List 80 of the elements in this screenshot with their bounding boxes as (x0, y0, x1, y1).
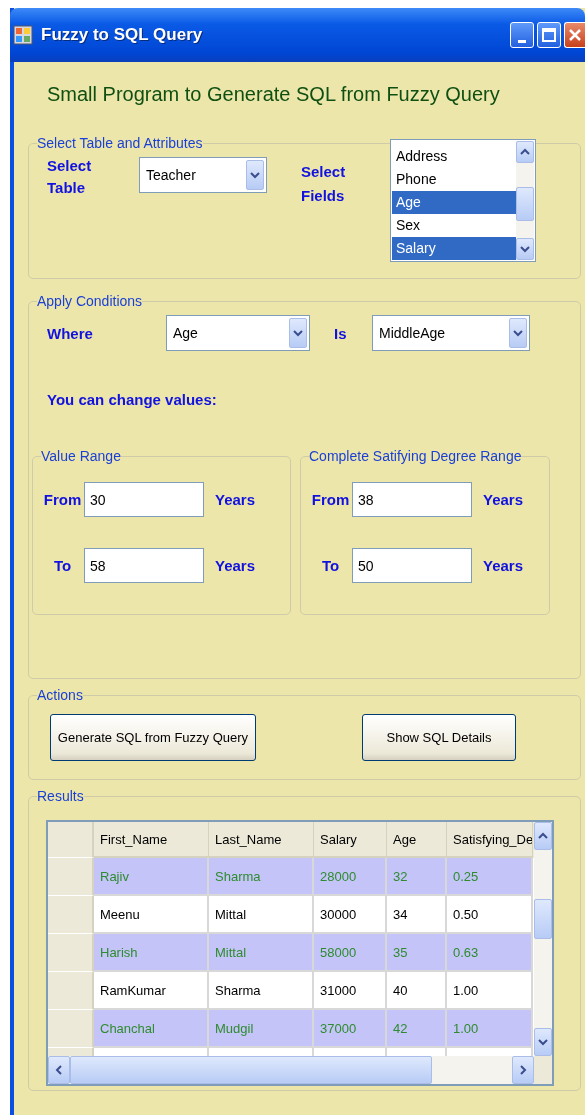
table-cell: Mudgil (209, 1010, 314, 1048)
scroll-thumb[interactable] (534, 899, 552, 939)
close-button[interactable] (564, 22, 585, 48)
scroll-left-button[interactable] (48, 1056, 70, 1084)
action-button[interactable]: Generate SQL from Fuzzy Query (50, 714, 256, 761)
table-cell: Rajiv (94, 858, 209, 896)
unit-label: Years (215, 557, 256, 574)
list-item[interactable]: Phone (392, 168, 516, 191)
scroll-down-button[interactable] (534, 1028, 552, 1056)
scroll-right-button[interactable] (512, 1056, 534, 1084)
minimize-icon (518, 39, 526, 43)
unit-label: Years (215, 491, 256, 508)
range-label: From (310, 491, 351, 508)
group-title: Complete Satifying Degree Range (309, 448, 522, 464)
table-cell: 0.25 (447, 858, 533, 896)
field-label: Is (334, 324, 348, 342)
table-cell: Harish (94, 934, 209, 972)
table-cell: 28000 (314, 858, 387, 896)
maximize-icon (542, 28, 556, 42)
scroll-right-icon (517, 1064, 529, 1076)
group-title: Value Range (41, 448, 121, 464)
text-field[interactable]: 30 (84, 482, 204, 517)
action-button[interactable]: Show SQL Details (362, 714, 516, 761)
range-label: To (52, 557, 73, 574)
hint-text: You can change values: (47, 391, 218, 408)
range-label: From (42, 491, 83, 508)
scroll-thumb[interactable] (516, 187, 534, 221)
field-label: Where (47, 324, 94, 342)
maximize-button[interactable] (537, 22, 561, 48)
group-title: Results (37, 788, 84, 804)
table-cell: Chanchal (94, 1010, 209, 1048)
scroll-down-button[interactable] (516, 238, 534, 260)
list-item[interactable]: Sex (392, 214, 516, 237)
caret-icon (249, 169, 261, 181)
table-cell: 1.00 (447, 1010, 533, 1048)
group-title: Select Table and Attributes (37, 135, 203, 151)
field-label: Select Fields (301, 162, 347, 206)
table-cell: 42 (387, 1010, 447, 1048)
field-label: Select Table (47, 156, 93, 198)
text-field[interactable]: 38 (352, 482, 472, 517)
app-heading: Small Program to Generate SQL from Fuzzy Query (47, 83, 501, 107)
table-cell: 32 (387, 858, 447, 896)
minimize-button[interactable] (510, 22, 534, 48)
table-cell: 58000 (314, 934, 387, 972)
group-title: Actions (37, 687, 83, 703)
text-field[interactable]: 50 (352, 548, 472, 583)
caret-icon (292, 327, 304, 339)
range-label: To (320, 557, 341, 574)
close-icon (568, 28, 582, 42)
unit-label: Years (483, 557, 524, 574)
unit-label: Years (483, 491, 524, 508)
dropdown-arrow-button[interactable] (289, 318, 307, 348)
text-field[interactable]: 58 (84, 548, 204, 583)
list-item[interactable]: Address (392, 145, 516, 168)
scrollbar[interactable] (516, 141, 534, 260)
grid-corner (534, 1056, 552, 1084)
horizontal-scrollbar[interactable] (48, 1056, 534, 1084)
table-cell: 0.63 (447, 934, 533, 972)
dropdown[interactable]: MiddleAge (372, 315, 530, 351)
scroll-thumb[interactable] (70, 1056, 432, 1084)
table-cell: 35 (387, 934, 447, 972)
scroll-down-icon (519, 243, 531, 255)
scroll-left-icon (53, 1064, 65, 1076)
scroll-up-button[interactable] (534, 822, 552, 850)
dropdown-arrow-button[interactable] (509, 318, 527, 348)
vertical-scrollbar[interactable] (534, 822, 552, 1056)
app-icon (13, 25, 33, 45)
scroll-down-icon (537, 1036, 549, 1048)
table-cell: 37000 (314, 1010, 387, 1048)
caret-icon (512, 327, 524, 339)
list-item[interactable]: Age (392, 191, 516, 214)
list-item[interactable]: Salary (392, 237, 516, 260)
dropdown-arrow-button[interactable] (246, 160, 264, 190)
table-cell: Sharma (209, 858, 314, 896)
scroll-up-button[interactable] (516, 141, 534, 163)
dropdown[interactable]: Age (166, 315, 310, 351)
window-title: Fuzzy to SQL Query (41, 25, 203, 45)
table-cell: Mittal (209, 934, 314, 972)
dropdown[interactable]: Teacher (139, 157, 267, 193)
group-title: Apply Conditions (37, 293, 143, 309)
